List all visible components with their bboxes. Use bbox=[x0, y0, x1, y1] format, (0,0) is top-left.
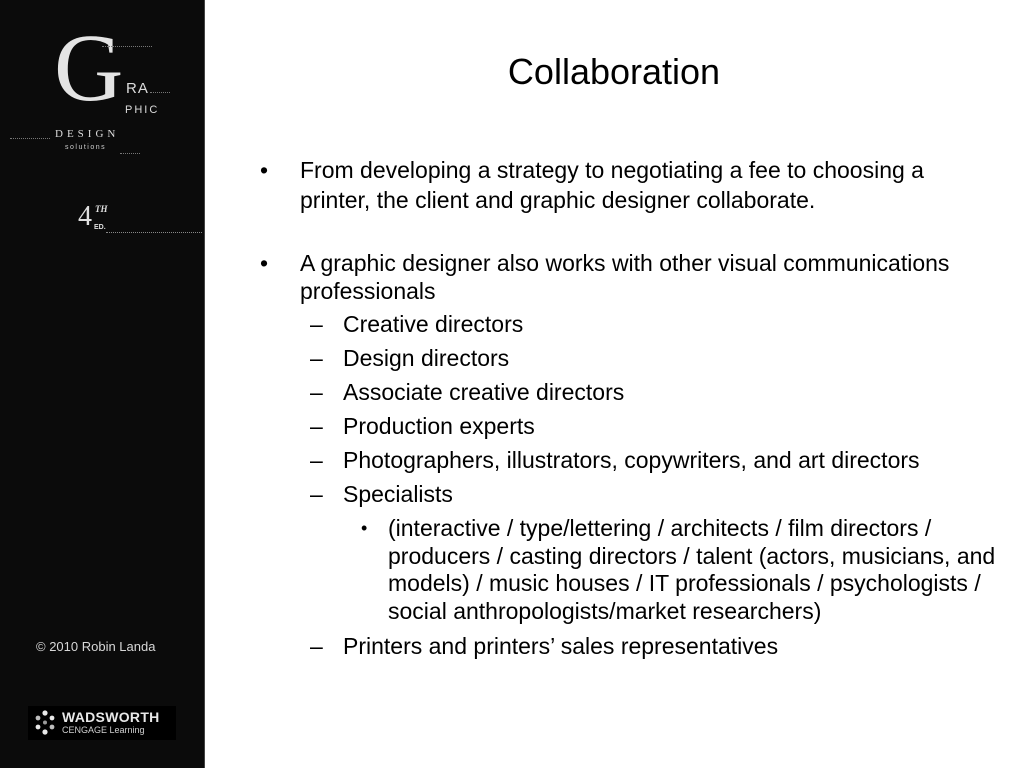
logo-dotted-line bbox=[150, 92, 170, 93]
dash-glyph: – bbox=[310, 379, 323, 405]
logo-dotted-line bbox=[120, 153, 140, 154]
sub-item-text: Printers and printers’ sales representat… bbox=[343, 633, 779, 659]
sub-list-item: – Specialists bbox=[298, 477, 996, 511]
dash-glyph: – bbox=[310, 447, 323, 473]
sub-list-item: – Associate creative directors bbox=[298, 375, 996, 409]
bullet-glyph: • bbox=[361, 518, 368, 538]
sub-list-item: – Production experts bbox=[298, 409, 996, 443]
dash-glyph: – bbox=[310, 481, 323, 507]
logo-solutions: solutions bbox=[65, 144, 107, 151]
edition-number: 4 bbox=[78, 201, 92, 232]
dash-glyph: – bbox=[310, 633, 323, 659]
book-logo: G RA PHIC DESIGN solutions bbox=[10, 20, 204, 170]
bullet-item: • A graphic designer also works with oth… bbox=[256, 249, 996, 305]
specialists-detail-text: (interactive / type/lettering / architec… bbox=[388, 515, 996, 624]
dash-glyph: – bbox=[310, 413, 323, 439]
logo-dotted-line bbox=[10, 138, 50, 139]
logo-letter-g: G bbox=[54, 14, 124, 121]
slide-body: • From developing a strategy to negotiat… bbox=[256, 155, 996, 663]
publisher-name: WADSWORTH bbox=[62, 709, 160, 725]
edition-mark: 4 TH ED. bbox=[78, 200, 204, 240]
sub-item-text: Production experts bbox=[343, 413, 535, 439]
sub-item-text: Specialists bbox=[343, 481, 453, 507]
bullet-glyph: • bbox=[260, 250, 269, 276]
bullet-item: • From developing a strategy to negotiat… bbox=[256, 155, 996, 215]
publisher-sub: CENGAGE Learning bbox=[62, 725, 145, 735]
wadsworth-star-icon bbox=[35, 710, 55, 735]
sub-list-item: – Design directors bbox=[298, 341, 996, 375]
publisher-logo: WADSWORTH CENGAGE Learning bbox=[28, 706, 176, 740]
dash-glyph: – bbox=[310, 345, 323, 371]
sub-list-item: – Creative directors bbox=[298, 307, 996, 341]
bullet-text: From developing a strategy to negotiatin… bbox=[300, 157, 924, 213]
logo-dotted-line bbox=[102, 46, 152, 47]
bullet-glyph: • bbox=[260, 157, 269, 183]
copyright-text: © 2010 Robin Landa bbox=[36, 639, 156, 654]
sub-item-text: Associate creative directors bbox=[343, 379, 625, 405]
edition-dotted-rule bbox=[106, 232, 202, 233]
edition-ed: ED. bbox=[94, 224, 106, 231]
sub-item-text: Photographers, illustrators, copywriters… bbox=[343, 447, 920, 473]
sub-item-text: Design directors bbox=[343, 345, 510, 371]
logo-design: DESIGN bbox=[55, 128, 120, 140]
sidebar: G RA PHIC DESIGN solutions 4 TH ED. © 20… bbox=[0, 0, 205, 768]
bullet-text: A graphic designer also works with other… bbox=[300, 250, 950, 304]
specialists-detail-item: • (interactive / type/lettering / archit… bbox=[343, 515, 996, 625]
sub-list-item: – Printers and printers’ sales represent… bbox=[298, 629, 996, 663]
sub-item-text: Creative directors bbox=[343, 311, 524, 337]
logo-phic: PHIC bbox=[125, 104, 160, 116]
sub-list-item: – Photographers, illustrators, copywrite… bbox=[298, 443, 996, 477]
slide-title: Collaboration bbox=[507, 51, 721, 92]
edition-suffix: TH bbox=[95, 204, 108, 214]
logo-ra: RA bbox=[126, 80, 149, 97]
dash-glyph: – bbox=[310, 311, 323, 337]
